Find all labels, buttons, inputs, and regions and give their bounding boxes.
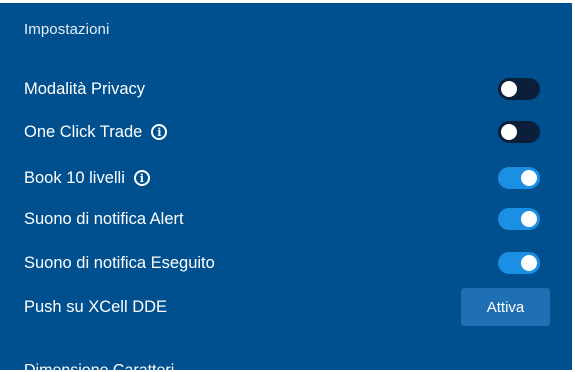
toggle-knob xyxy=(521,170,537,186)
toggle-knob xyxy=(521,211,537,227)
setting-row-push-xcell-dde: Push su XCell DDE Attiva xyxy=(24,288,550,326)
setting-label-wrapper: Book 10 livelli i xyxy=(24,169,150,188)
setting-row-one-click-trade: One Click Trade i xyxy=(24,117,547,147)
setting-row-executed-sound: Suono di notifica Eseguito xyxy=(24,248,547,278)
panel-top-edge xyxy=(0,0,575,3)
setting-label-executed-sound: Suono di notifica Eseguito xyxy=(24,253,215,272)
setting-label-one-click-trade: One Click Trade xyxy=(24,122,143,141)
book-10-levels-toggle[interactable] xyxy=(498,167,540,189)
setting-label-wrapper: One Click Trade i xyxy=(24,122,168,142)
setting-label-alert-sound: Suono di notifica Alert xyxy=(24,209,184,228)
setting-label-wrapper: Modalità Privacy xyxy=(24,80,145,99)
setting-row-privacy-mode: Modalità Privacy xyxy=(24,74,547,104)
info-icon[interactable]: i xyxy=(133,170,150,186)
setting-label-privacy-mode: Modalità Privacy xyxy=(24,79,146,98)
setting-label-wrapper: Suono di notifica Alert xyxy=(24,210,184,229)
privacy-mode-toggle[interactable] xyxy=(498,78,540,100)
settings-panel: Impostazioni Modalità Privacy One Click … xyxy=(0,0,575,372)
setting-row-alert-sound: Suono di notifica Alert xyxy=(24,204,547,234)
setting-label-book-10-levels: Book 10 livelli xyxy=(24,168,125,187)
one-click-trade-toggle[interactable] xyxy=(498,121,540,143)
toggle-knob xyxy=(501,81,517,97)
setting-row-book-10-levels: Book 10 livelli i xyxy=(24,163,547,193)
activate-button[interactable]: Attiva xyxy=(461,288,550,326)
panel-title: Impostazioni xyxy=(24,21,110,38)
setting-label-wrapper: Push su XCell DDE xyxy=(24,298,167,317)
setting-label-wrapper: Suono di notifica Eseguito xyxy=(24,254,215,273)
setting-label-push-xcell-dde: Push su XCell DDE xyxy=(24,297,168,316)
next-section-heading: Dimensione Caratteri xyxy=(24,362,175,372)
toggle-knob xyxy=(501,124,517,140)
info-icon[interactable]: i xyxy=(151,124,168,140)
alert-sound-toggle[interactable] xyxy=(498,208,540,230)
toggle-knob xyxy=(521,255,537,271)
executed-sound-toggle[interactable] xyxy=(498,252,540,274)
